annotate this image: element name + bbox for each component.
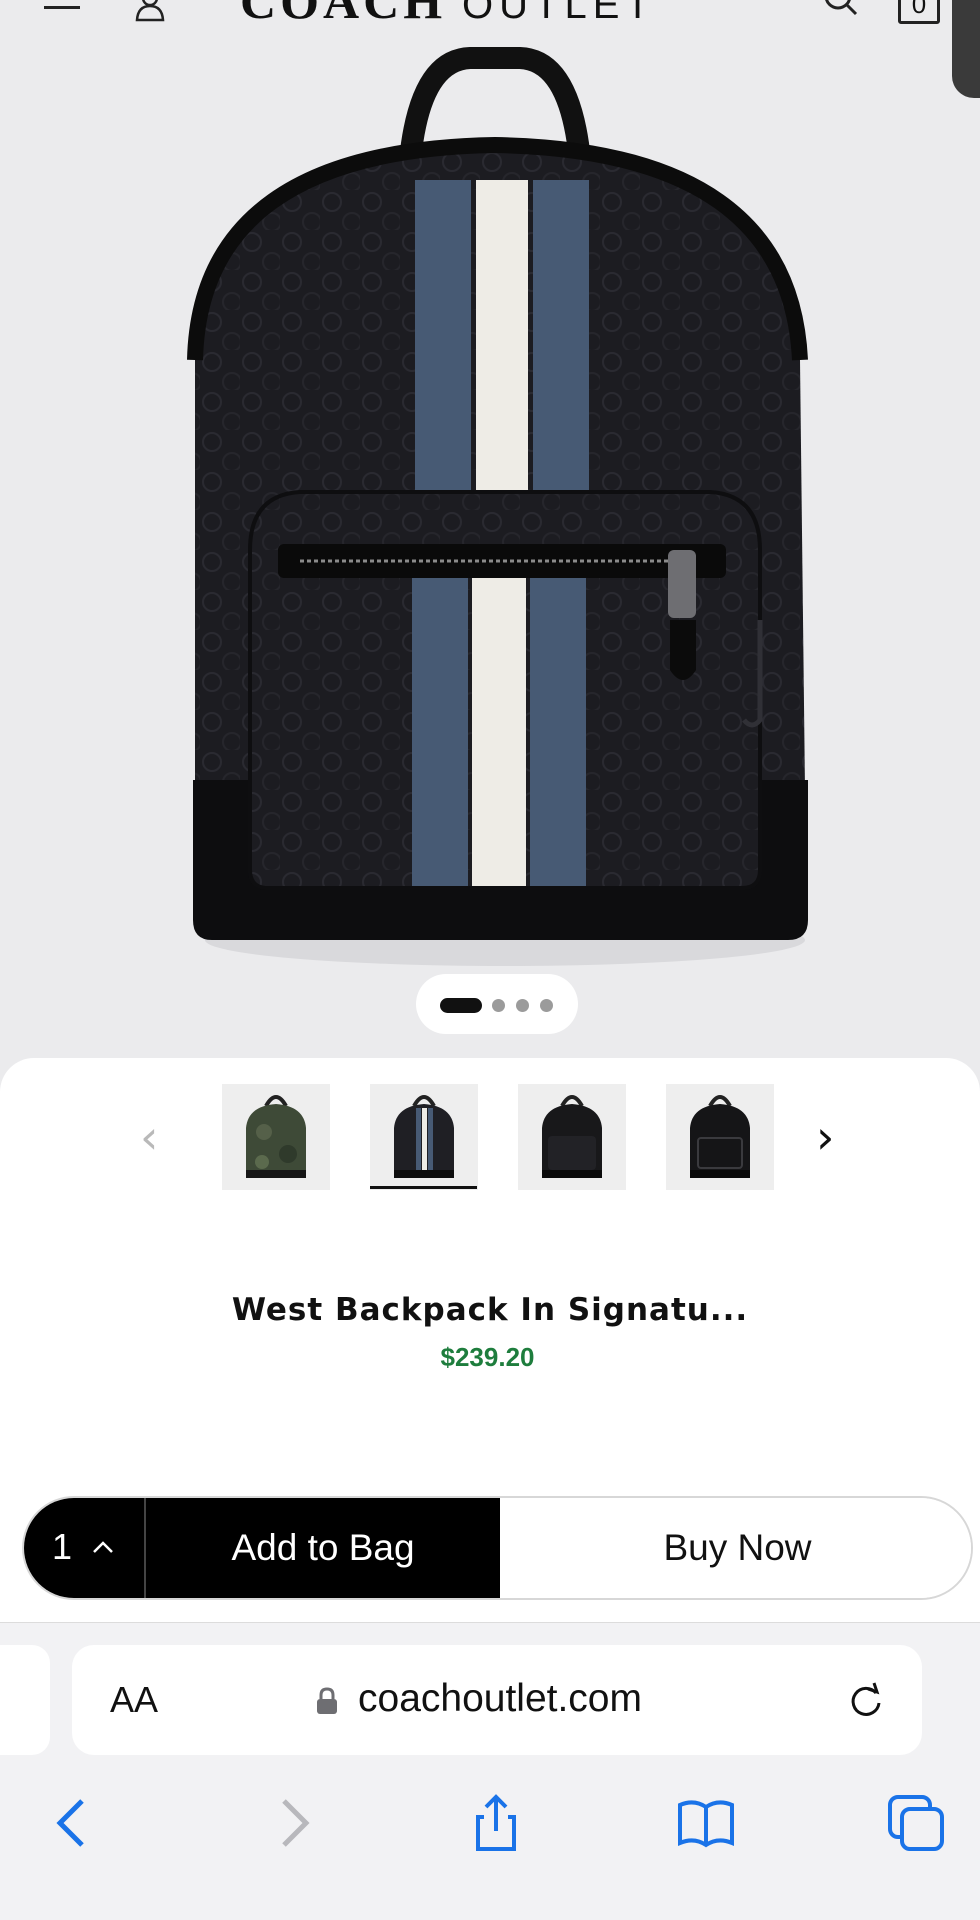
- carousel-dot-active[interactable]: [440, 998, 482, 1013]
- purchase-bar: 1 Add to Bag Buy Now: [22, 1496, 973, 1600]
- product-price: $239.20: [440, 1342, 535, 1372]
- thumbnail-image: [246, 1095, 306, 1178]
- thumbnail-selected-indicator: [370, 1186, 477, 1189]
- carousel-indicator: [416, 974, 578, 1034]
- carousel-dot[interactable]: [492, 999, 505, 1012]
- thumbnail-black-signature[interactable]: [518, 1084, 626, 1190]
- thumbnail-image: [394, 1095, 454, 1178]
- tabs-icon[interactable]: [886, 1793, 946, 1853]
- text-size-button[interactable]: AA: [110, 1679, 158, 1721]
- back-arrow-icon[interactable]: [44, 1793, 104, 1853]
- bookmarks-icon[interactable]: [676, 1793, 736, 1853]
- chevron-left-icon[interactable]: ‹: [140, 1114, 158, 1160]
- thumbnail-image: [542, 1095, 602, 1178]
- forward-arrow-icon[interactable]: [262, 1793, 322, 1853]
- menu-icon[interactable]: [44, 0, 80, 18]
- account-icon[interactable]: [134, 0, 166, 22]
- chevron-up-icon: [93, 1541, 113, 1553]
- url-text[interactable]: coachoutlet.com: [358, 1677, 642, 1721]
- share-icon[interactable]: [466, 1793, 526, 1853]
- product-main-image: [187, 47, 808, 966]
- lock-icon: [317, 1687, 337, 1714]
- address-bar[interactable]: AA coachoutlet.com: [72, 1645, 922, 1755]
- browser-toolbar: AA coachoutlet.com: [0, 1622, 980, 1920]
- site-header: COACH OUTLET 0: [0, 0, 980, 30]
- cart-count: 0: [911, 0, 927, 19]
- thumbnail-image: [690, 1095, 750, 1178]
- product-title[interactable]: West Backpack In Signatu...: [0, 1292, 980, 1328]
- quantity-selector[interactable]: 1: [24, 1498, 144, 1598]
- reload-icon[interactable]: [846, 1681, 886, 1721]
- search-icon[interactable]: [822, 0, 860, 24]
- thumbnail-varsity-stripe[interactable]: [370, 1084, 478, 1190]
- buy-now-button[interactable]: Buy Now: [500, 1498, 971, 1598]
- cart-icon[interactable]: 0: [898, 0, 940, 24]
- brand-subtitle: OUTLET: [462, 0, 656, 27]
- carousel-dot[interactable]: [516, 999, 529, 1012]
- previous-tab-card[interactable]: [0, 1645, 50, 1755]
- quantity-value: 1: [52, 1526, 73, 1567]
- brand-name: COACH: [240, 0, 447, 29]
- thumbnail-green-camo[interactable]: [222, 1084, 330, 1190]
- thumbnail-black-leather[interactable]: [666, 1084, 774, 1190]
- brand-logo[interactable]: COACH OUTLET: [240, 0, 740, 29]
- carousel-dot[interactable]: [540, 999, 553, 1012]
- product-image-carousel[interactable]: [0, 30, 980, 1060]
- chevron-right-icon[interactable]: ›: [816, 1114, 834, 1160]
- add-to-bag-button[interactable]: Add to Bag: [144, 1498, 500, 1598]
- product-sheet: ‹ › West Backpack In Signatu... $239.20 …: [0, 1058, 980, 1622]
